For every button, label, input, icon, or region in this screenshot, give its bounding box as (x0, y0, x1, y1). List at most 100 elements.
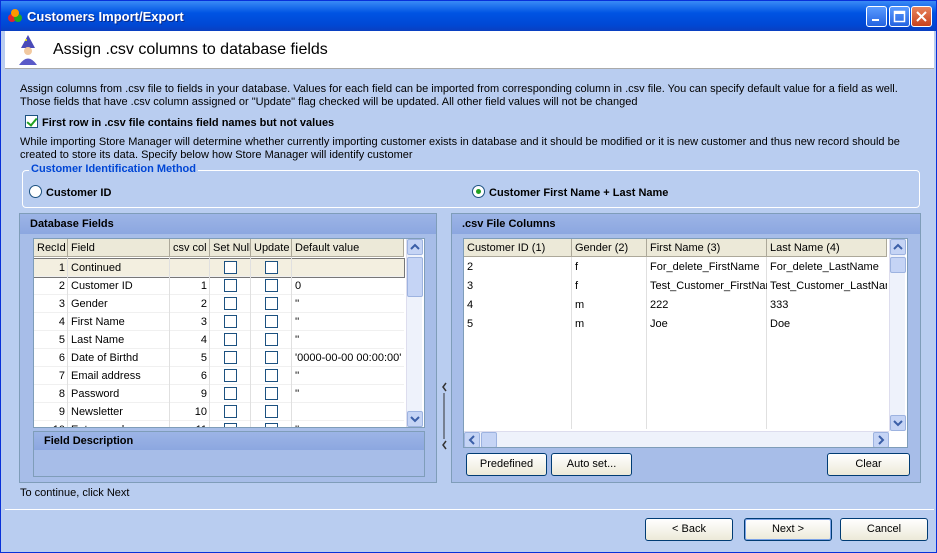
update-checkbox[interactable] (265, 369, 278, 382)
cell-csv[interactable]: 3 (170, 313, 210, 331)
radio-customer-id[interactable]: Customer ID (29, 185, 111, 199)
scroll-left-button[interactable] (464, 432, 480, 447)
update-checkbox[interactable] (265, 351, 278, 364)
cell-id[interactable]: 6 (34, 349, 68, 367)
scroll-thumb[interactable] (481, 432, 497, 447)
table-row[interactable]: 10Entry gender11 '' (34, 421, 404, 427)
cell-id[interactable]: 10 (34, 421, 68, 427)
update-checkbox[interactable] (265, 405, 278, 418)
table-row[interactable]: 5 Last Name 4 '' (34, 331, 404, 349)
csv-cell[interactable]: 4 (464, 296, 572, 314)
title-bar[interactable]: Customers Import/Export (1, 1, 936, 31)
csv-cell[interactable]: Joe (647, 315, 767, 333)
column-header[interactable]: Update (251, 239, 292, 257)
horizontal-scrollbar[interactable] (464, 431, 889, 447)
close-button[interactable] (911, 6, 932, 27)
cell-def[interactable]: '0000-00-00 00:00:00' (292, 349, 404, 367)
scroll-right-button[interactable] (873, 432, 889, 447)
cell-id[interactable]: 5 (34, 331, 68, 349)
cell-field[interactable]: Gender (68, 295, 170, 313)
cell-csv[interactable]: 2 (170, 295, 210, 313)
cell-id[interactable]: 1 (34, 259, 68, 277)
first-row-header-checkbox[interactable]: First row in .csv file contains field na… (25, 115, 334, 129)
table-row[interactable]: 1 Continued (34, 258, 405, 278)
csv-columns-grid[interactable]: Customer ID (1) Gender (2) First Name (3… (463, 238, 908, 448)
csv-cell[interactable]: 222 (647, 296, 767, 314)
cell-field[interactable]: First Name (68, 313, 170, 331)
update-checkbox[interactable] (265, 387, 278, 400)
cell-csv[interactable] (170, 259, 210, 277)
cell-field[interactable]: Newsletter (68, 403, 170, 421)
predefined-button[interactable]: Predefined (466, 453, 547, 476)
column-header[interactable]: Field (68, 239, 170, 257)
cell-csv[interactable]: 4 (170, 331, 210, 349)
column-header[interactable]: Default value (292, 239, 404, 257)
auto-set-button[interactable]: Auto set... (551, 453, 632, 476)
cell-field[interactable]: Entry gender (68, 421, 170, 427)
vertical-scrollbar[interactable] (889, 239, 906, 431)
set-null-checkbox[interactable] (224, 333, 237, 346)
update-checkbox[interactable] (265, 333, 278, 346)
column-header[interactable]: csv col (170, 239, 210, 257)
csv-cell[interactable]: Doe (767, 315, 887, 333)
csv-cell[interactable]: m (572, 315, 647, 333)
cell-id[interactable]: 2 (34, 277, 68, 295)
database-fields-grid[interactable]: RecId Field csv col Set Null Update Defa… (33, 238, 425, 428)
cell-csv[interactable]: 1 (170, 277, 210, 295)
cell-def[interactable]: '' (292, 385, 404, 403)
panel-splitter[interactable] (440, 371, 449, 461)
cell-def[interactable]: '' (292, 313, 404, 331)
csv-cell[interactable]: m (572, 296, 647, 314)
checkbox-checked[interactable] (25, 115, 38, 128)
csv-cell[interactable]: 2 (464, 258, 572, 276)
table-row[interactable]: 9 Newsletter 10 (34, 403, 404, 421)
cell-id[interactable]: 4 (34, 313, 68, 331)
column-header[interactable]: Set Null (210, 239, 251, 257)
cell-id[interactable]: 8 (34, 385, 68, 403)
cell-def[interactable]: '' (292, 367, 404, 385)
cell-csv[interactable]: 9 (170, 385, 210, 403)
radio-button[interactable] (29, 185, 42, 198)
column-header[interactable]: Gender (2) (572, 239, 647, 257)
column-header[interactable]: Customer ID (1) (464, 239, 572, 257)
csv-cell[interactable]: For_delete_LastName (767, 258, 887, 276)
table-row[interactable]: 4 First Name 3 '' (34, 313, 404, 331)
cell-csv[interactable]: 10 (170, 403, 210, 421)
set-null-checkbox[interactable] (224, 387, 237, 400)
cell-id[interactable]: 9 (34, 403, 68, 421)
table-row[interactable]: 3 Gender 2 '' (34, 295, 404, 313)
cell-field[interactable]: Email address (68, 367, 170, 385)
cell-def[interactable] (292, 259, 404, 277)
table-row[interactable]: 6 Date of Birthd 5 '0000-00-00 00:00:00' (34, 349, 404, 367)
set-null-checkbox[interactable] (224, 351, 237, 364)
cell-field[interactable]: Customer ID (68, 277, 170, 295)
set-null-checkbox[interactable] (224, 297, 237, 310)
maximize-button[interactable] (889, 6, 910, 27)
scroll-up-button[interactable] (407, 239, 423, 255)
update-checkbox[interactable] (265, 423, 278, 427)
update-checkbox[interactable] (265, 261, 278, 274)
set-null-checkbox[interactable] (224, 369, 237, 382)
set-null-checkbox[interactable] (224, 315, 237, 328)
cell-id[interactable]: 7 (34, 367, 68, 385)
cell-field[interactable]: Password (68, 385, 170, 403)
scroll-down-button[interactable] (407, 411, 423, 427)
cell-csv[interactable]: 11 (170, 421, 210, 427)
scroll-thumb[interactable] (407, 257, 423, 297)
set-null-checkbox[interactable] (224, 423, 237, 427)
back-button[interactable]: < Back (645, 518, 733, 541)
set-null-checkbox[interactable] (224, 261, 237, 274)
update-checkbox[interactable] (265, 315, 278, 328)
column-header[interactable]: First Name (3) (647, 239, 767, 257)
column-header[interactable]: Last Name (4) (767, 239, 887, 257)
column-header[interactable]: RecId (34, 239, 68, 257)
cell-def[interactable]: '' (292, 295, 404, 313)
csv-cell[interactable]: 5 (464, 315, 572, 333)
minimize-button[interactable] (866, 6, 887, 27)
scroll-thumb[interactable] (890, 257, 906, 273)
next-button[interactable]: Next > (744, 518, 832, 541)
csv-cell[interactable]: Test_Customer_FirstName (647, 277, 767, 295)
cell-def[interactable] (292, 403, 404, 421)
table-row[interactable]: 8 Password 9 '' (34, 385, 404, 403)
csv-cell[interactable]: For_delete_FirstName (647, 258, 767, 276)
